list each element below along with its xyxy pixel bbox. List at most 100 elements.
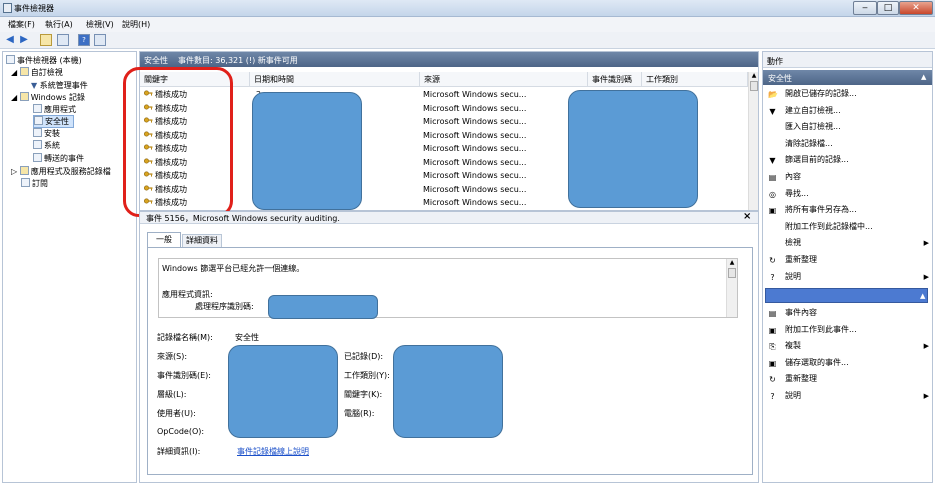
action-item[interactable]: ? 說明 ▶ bbox=[763, 269, 935, 285]
submenu-arrow-icon: ▶ bbox=[923, 272, 929, 281]
folder-icon bbox=[19, 166, 29, 175]
action-item[interactable]: ▣ 附加工作到此事件... bbox=[763, 322, 935, 338]
menu-help[interactable]: 說明(H) bbox=[122, 19, 150, 30]
menu-view[interactable]: 檢視(V) bbox=[86, 19, 114, 30]
row-source: Microsoft Windows secu... bbox=[423, 184, 527, 194]
collapse-triangle-icon[interactable]: ▷ bbox=[11, 167, 20, 176]
more-info-link[interactable]: 事件記錄檔線上說明 bbox=[237, 446, 309, 457]
action-label: 儲存選取的事件... bbox=[785, 357, 849, 367]
action-item[interactable]: ▣ 將所有事件另存為... bbox=[763, 202, 935, 218]
close-button[interactable]: ✕ bbox=[899, 1, 933, 15]
actions-title-bar: 動作 bbox=[763, 52, 932, 68]
action-item[interactable]: ▣ 儲存選取的事件... bbox=[763, 355, 935, 371]
scroll-up-icon[interactable]: ▲ bbox=[749, 72, 758, 79]
help-icon[interactable]: ? bbox=[78, 34, 90, 46]
action-icon: ▣ bbox=[768, 325, 777, 335]
message-line-1: Windows 篩選平台已經允許一個連線。 bbox=[162, 264, 305, 273]
action-item[interactable]: 附加工作到此記錄檔中... bbox=[763, 219, 935, 235]
action-item[interactable]: ? 說明 ▶ bbox=[763, 388, 935, 404]
column-datetime[interactable]: 日期和時間 bbox=[250, 72, 420, 87]
action-icon bbox=[768, 239, 777, 248]
action-item[interactable]: ▤ 事件內容 bbox=[763, 305, 935, 321]
action-item[interactable]: 📂 開啟已儲存的記錄... bbox=[763, 86, 935, 102]
tree-item-setup[interactable]: 安裝 bbox=[33, 128, 60, 139]
back-arrow-icon[interactable]: ◀ bbox=[4, 34, 16, 46]
scroll-thumb[interactable] bbox=[750, 81, 758, 91]
submenu-arrow-icon: ▶ bbox=[923, 342, 929, 351]
submenu-arrow-icon: ▶ bbox=[923, 392, 929, 400]
tree-item-admin-events[interactable]: ▼ 系統管理事件 bbox=[31, 80, 88, 91]
message-line-3: 處理程序識別碼: bbox=[195, 302, 254, 311]
collapse-caret-icon[interactable]: ▲ bbox=[921, 73, 926, 81]
tree-item-custom-views[interactable]: ◢ 自訂檢視 bbox=[11, 67, 63, 78]
action-item[interactable]: ↻ 重新整理 bbox=[763, 252, 935, 268]
action-icon: ↻ bbox=[769, 375, 776, 385]
detail-close-icon[interactable]: × bbox=[743, 211, 751, 222]
list-header-bar: 安全性 事件數目: 36,321 (!) 新事件可用 bbox=[140, 52, 758, 67]
actions-list-security: 📂 開啟已儲存的記錄... ▼ 建立自訂檢視... 匯入自訂檢視... 清除記錄檔... ▼… bbox=[763, 86, 932, 286]
action-icon: ? bbox=[770, 272, 775, 282]
label-opcode: OpCode(O): bbox=[157, 427, 205, 436]
scroll-up-icon[interactable]: ▲ bbox=[727, 259, 737, 266]
column-source[interactable]: 來源 bbox=[420, 72, 588, 87]
tree-item-forwarded[interactable]: 轉送的事件 bbox=[33, 153, 84, 164]
action-label: 內容 bbox=[785, 172, 801, 181]
tree-item-windows-logs[interactable]: ◢ Windows 記錄 bbox=[11, 92, 85, 103]
title-bar: 事件檢視器 ‒ □ ✕ bbox=[0, 0, 935, 17]
up-folder-icon[interactable] bbox=[40, 34, 52, 46]
redaction-datetime bbox=[252, 92, 362, 210]
message-line-2: 應用程式資訊: bbox=[162, 290, 213, 299]
event-detail-pane: 事件 5156，Microsoft Windows security audit… bbox=[139, 211, 759, 483]
menu-file[interactable]: 檔案(F) bbox=[8, 19, 35, 30]
tree-item-subscriptions[interactable]: 訂閱 bbox=[21, 178, 48, 189]
tab-general[interactable]: 一般 bbox=[147, 232, 181, 247]
action-item[interactable]: ▼ 建立自訂檢視... bbox=[763, 103, 935, 119]
annotation-circle bbox=[123, 67, 233, 217]
filter-icon: ▼ bbox=[31, 81, 40, 90]
log-icon bbox=[33, 140, 42, 149]
minimize-button[interactable]: ‒ bbox=[853, 1, 877, 15]
action-item[interactable]: 檢視 ▶ bbox=[763, 235, 935, 251]
column-task[interactable]: 工作類別 bbox=[642, 72, 748, 87]
menu-bar: 檔案(F) 執行(A) 檢視(V) 說明(H) bbox=[0, 17, 935, 32]
show-hide-action-pane-icon[interactable] bbox=[94, 34, 106, 46]
show-hide-tree-icon[interactable] bbox=[57, 34, 69, 46]
tree-item-apps-services[interactable]: ▷ 應用程式及服務記錄檔 bbox=[11, 166, 111, 177]
menu-action[interactable]: 執行(A) bbox=[45, 19, 73, 30]
actions-section-security[interactable]: 安全性 ▲ bbox=[763, 70, 932, 85]
actions-title: 動作 bbox=[767, 57, 783, 66]
row-source: Microsoft Windows secu... bbox=[423, 144, 527, 153]
action-item[interactable]: 清除記錄檔... bbox=[763, 136, 935, 152]
label-more-info: 詳細資訊(I): bbox=[157, 447, 201, 456]
action-item[interactable]: ↻ 重新整理 bbox=[763, 371, 935, 387]
expand-triangle-icon[interactable]: ◢ bbox=[11, 68, 20, 77]
action-item[interactable]: ⎘ 複製 ▶ bbox=[763, 338, 935, 354]
scroll-thumb[interactable] bbox=[728, 268, 736, 278]
action-item[interactable]: ◎ 尋找... bbox=[763, 186, 935, 202]
tree-item-application[interactable]: 應用程式 bbox=[33, 104, 76, 115]
list-vertical-scrollbar[interactable]: ▲ bbox=[748, 72, 758, 210]
action-icon: ▣ bbox=[768, 206, 777, 216]
action-label: 重新整理 bbox=[785, 374, 817, 384]
row-source: Microsoft Windows secu... bbox=[423, 117, 527, 126]
tab-details[interactable]: 詳細資料 bbox=[182, 234, 222, 247]
expand-triangle-icon[interactable]: ◢ bbox=[11, 93, 20, 102]
collapse-caret-icon[interactable]: ▲ bbox=[920, 292, 925, 300]
event-message-box[interactable]: Windows 篩選平台已經允許一個連線。 應用程式資訊: 處理程序識別碼: ▲ bbox=[158, 258, 738, 318]
tree-item-security[interactable]: 安全性 bbox=[33, 115, 74, 128]
maximize-button[interactable]: □ bbox=[877, 1, 899, 15]
label-computer: 電腦(R): bbox=[344, 409, 375, 418]
forward-arrow-icon[interactable]: ▶ bbox=[18, 34, 30, 46]
list-header-title: 安全性 bbox=[144, 56, 168, 65]
column-event-id[interactable]: 事件識別碼 bbox=[588, 72, 642, 87]
tree-item-system[interactable]: 系統 bbox=[33, 140, 60, 151]
action-item[interactable]: 匯入自訂檢視... bbox=[763, 119, 935, 135]
actions-section-selected-event[interactable]: ▲ bbox=[765, 288, 928, 303]
action-label: 附加工作到此事件... bbox=[785, 324, 857, 334]
action-icon bbox=[768, 140, 777, 149]
action-item[interactable]: ▤ 內容 bbox=[763, 169, 935, 185]
action-item[interactable]: ▼ 篩選目前的記錄... bbox=[763, 152, 935, 168]
redaction-process-id bbox=[268, 295, 378, 319]
tree-item-root[interactable]: 事件檢視器 (本機) bbox=[6, 55, 82, 66]
message-scrollbar[interactable]: ▲ bbox=[726, 259, 737, 317]
